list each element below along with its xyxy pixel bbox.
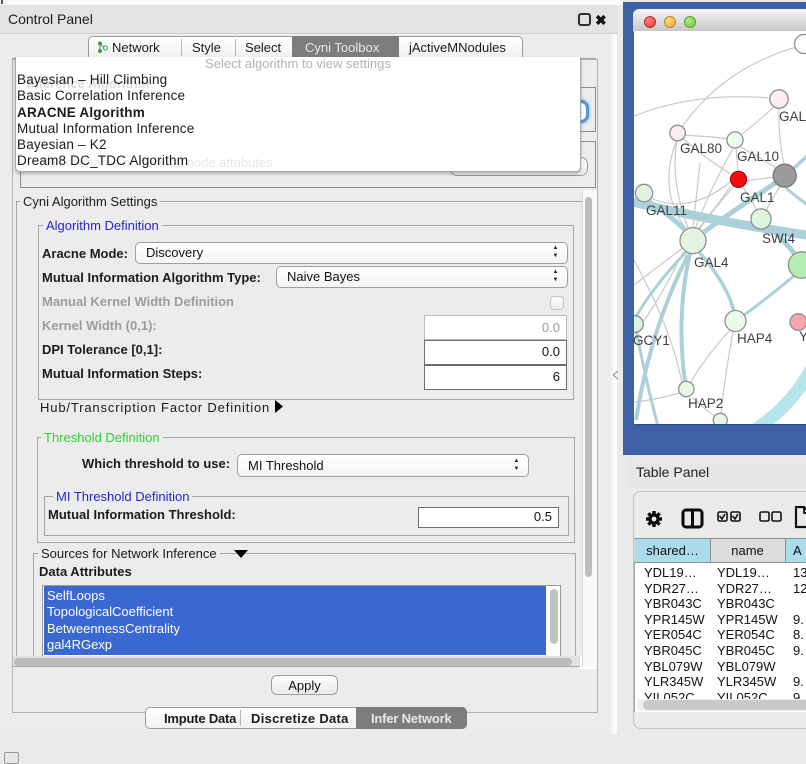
svg-text:HAP2: HAP2 — [688, 396, 723, 411]
svg-text:GAL11: GAL11 — [646, 203, 687, 218]
svg-text:SWI4: SWI4 — [762, 231, 795, 246]
svg-text:GAL1: GAL1 — [740, 190, 775, 205]
svg-text:Y: Y — [799, 329, 806, 344]
svg-text:GAL7: GAL7 — [779, 109, 806, 124]
svg-text:GCY1: GCY1 — [634, 333, 670, 348]
svg-text:GAL4: GAL4 — [694, 255, 729, 270]
svg-text:GAL80: GAL80 — [680, 141, 722, 156]
svg-text:GAL10: GAL10 — [737, 149, 779, 164]
svg-text:HAP4: HAP4 — [737, 331, 773, 346]
